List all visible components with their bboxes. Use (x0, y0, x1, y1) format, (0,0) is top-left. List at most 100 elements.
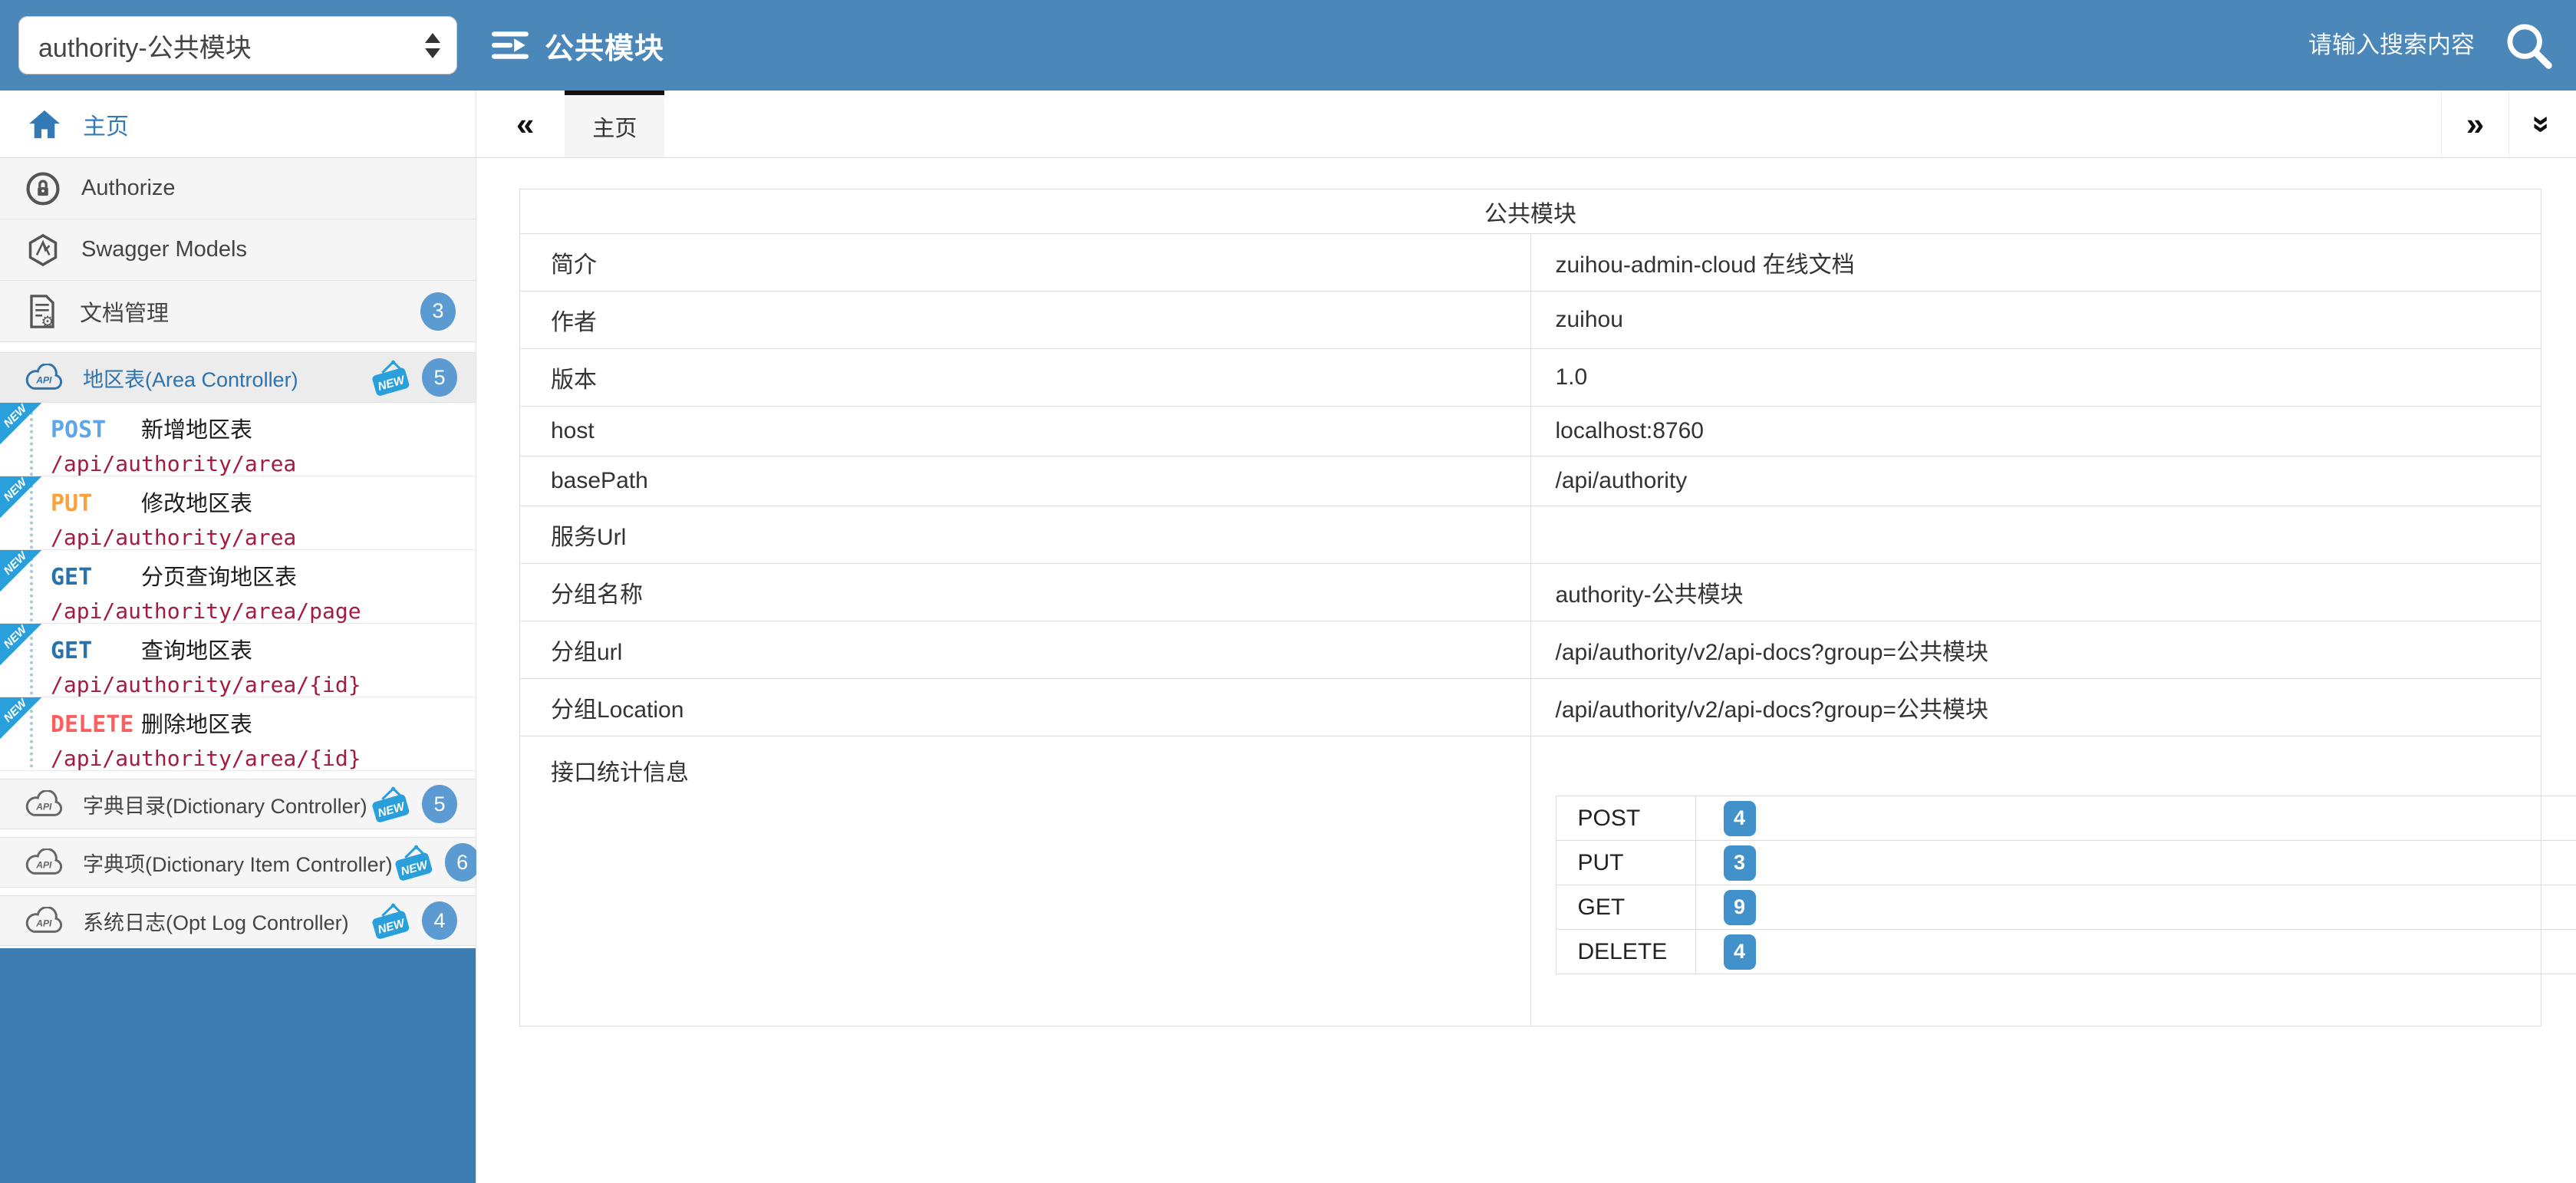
new-ribbon-icon: NEW (0, 624, 41, 665)
method-label: GET (51, 564, 141, 591)
tab-label: 主页 (592, 110, 637, 143)
app-header: authority-公共模块 公共模块 (0, 0, 2576, 91)
endpoint-delete-area[interactable]: NEW DELETE 删除地区表 /api/authority/area/{id… (0, 697, 476, 771)
row-label: 简介 (520, 234, 1531, 292)
row-label: 接口统计信息 (520, 736, 1531, 1026)
endpoint-list: NEW POST 新增地区表 /api/authority/area NEW P… (0, 403, 476, 771)
api-stats-table: POST 4 PUT 3 GET 9 (1556, 796, 2576, 974)
search-icon[interactable] (2502, 19, 2555, 71)
endpoint-post-area[interactable]: NEW POST 新增地区表 /api/authority/area (0, 403, 476, 476)
module-info-table: 公共模块 简介 zuihou-admin-cloud 在线文档 作者 zuiho… (519, 189, 2541, 1026)
api-cloud-icon: API (25, 364, 64, 392)
endpoint-path: /api/authority/area (51, 525, 476, 550)
new-sign-icon: NEW (370, 902, 411, 939)
method-label: GET (51, 638, 141, 664)
row-value: zuihou-admin-cloud 在线文档 (1530, 234, 2541, 292)
api-cloud-icon: API (25, 907, 64, 935)
sidebar-item-label: Swagger Models (81, 237, 247, 262)
stat-method: GET (1556, 885, 1695, 930)
endpoint-put-area[interactable]: NEW PUT 修改地区表 /api/authority/area (0, 476, 476, 550)
sidebar-item-label: 文档管理 (80, 295, 169, 328)
row-label: 分组Location (520, 679, 1531, 736)
tab-scroll-left-icon[interactable]: « (516, 106, 534, 143)
controller-label: 地区表(Area Controller) (83, 363, 298, 393)
sidebar-item-label: Authorize (81, 176, 176, 201)
header-brand: 公共模块 (491, 25, 664, 67)
stat-count-badge: 4 (1724, 801, 1756, 836)
endpoint-path: /api/authority/area/{id} (51, 672, 476, 697)
row-value: /api/authority/v2/api-docs?group=公共模块 (1530, 621, 2541, 679)
tab-scroll-right-icon[interactable]: » (2441, 91, 2508, 157)
row-label: basePath (520, 456, 1531, 506)
tab-home[interactable]: 主页 (565, 91, 664, 157)
new-sign-icon: NEW (370, 786, 411, 822)
stat-count-badge: 4 (1724, 934, 1756, 970)
tab-menu-chevron-down-icon[interactable]: » (2508, 91, 2576, 157)
svg-text:⚙: ⚙ (41, 314, 54, 329)
sidebar-filler (0, 948, 476, 1183)
api-cloud-icon: API (25, 849, 64, 877)
endpoint-get-area-id[interactable]: NEW GET 查询地区表 /api/authority/area/{id} (0, 624, 476, 697)
row-label: 版本 (520, 349, 1531, 407)
row-label: 服务Url (520, 506, 1531, 564)
stat-method: PUT (1556, 841, 1695, 885)
search-input[interactable] (2223, 31, 2476, 60)
count-badge: 5 (422, 358, 457, 397)
new-ribbon-icon: NEW (0, 550, 41, 592)
svg-text:API: API (35, 801, 52, 812)
select-arrows-icon (425, 33, 440, 58)
count-badge: 4 (422, 901, 457, 940)
controller-label: 字典目录(Dictionary Controller) (83, 789, 367, 819)
row-value: 1.0 (1530, 349, 2541, 407)
sidebar-item-swagger-models[interactable]: Swagger Models (0, 219, 476, 281)
sidebar-item-authorize[interactable]: Authorize (0, 158, 476, 219)
sidebar-controller-dictionary-item[interactable]: API 字典项(Dictionary Item Controller) NEW … (0, 837, 476, 888)
endpoint-title: 新增地区表 (141, 412, 252, 444)
row-value: /api/authority/v2/api-docs?group=公共模块 (1530, 679, 2541, 736)
group-select-value: authority-公共模块 (38, 27, 425, 64)
row-label: 分组名称 (520, 564, 1531, 621)
document-gear-icon: ⚙ (26, 294, 58, 329)
new-sign-icon: NEW (393, 844, 434, 881)
row-label: 作者 (520, 292, 1531, 349)
endpoint-title: 修改地区表 (141, 486, 252, 518)
endpoint-get-area-page[interactable]: NEW GET 分页查询地区表 /api/authority/area/page (0, 550, 476, 624)
sidebar-controller-area[interactable]: API 地区表(Area Controller) NEW 5 (0, 352, 476, 403)
endpoint-path: /api/authority/area/page (51, 598, 476, 624)
sidebar-item-home[interactable]: 主页 (0, 91, 476, 158)
controller-label: 系统日志(Opt Log Controller) (83, 906, 349, 936)
stat-method: DELETE (1556, 930, 1695, 974)
endpoint-title: 查询地区表 (141, 633, 252, 665)
endpoint-title: 删除地区表 (141, 707, 252, 739)
stat-count-badge: 9 (1724, 890, 1756, 925)
sidebar-controller-opt-log[interactable]: API 系统日志(Opt Log Controller) NEW 4 (0, 895, 476, 946)
stat-count-badge: 3 (1724, 845, 1756, 881)
sidebar: 主页 Authorize Swagger Models (0, 91, 476, 1183)
count-badge: 6 (445, 843, 480, 881)
main-area: « 主页 » » 公共模块 简介 zuihou-admin-cloud 在线文档 (476, 91, 2576, 1183)
row-value: zuihou (1530, 292, 2541, 349)
lock-icon (26, 172, 60, 206)
models-hexagon-icon (26, 233, 60, 267)
endpoint-path: /api/authority/area (51, 451, 476, 476)
row-value: /api/authority (1530, 456, 2541, 506)
count-badge: 3 (420, 292, 456, 331)
group-select[interactable]: authority-公共模块 (18, 16, 457, 74)
sidebar-item-label: 主页 (83, 107, 129, 141)
method-label: DELETE (51, 711, 141, 738)
sidebar-item-doc-manage[interactable]: ⚙ 文档管理 3 (0, 281, 476, 342)
api-cloud-icon: API (25, 790, 64, 819)
stat-method: POST (1556, 796, 1695, 841)
method-label: POST (51, 417, 141, 443)
svg-text:API: API (35, 374, 52, 385)
menu-align-icon (491, 29, 529, 61)
svg-text:API: API (35, 918, 52, 928)
svg-text:API: API (35, 859, 52, 870)
method-label: PUT (51, 490, 141, 517)
endpoint-path: /api/authority/area/{id} (51, 746, 476, 771)
sidebar-controller-dictionary[interactable]: API 字典目录(Dictionary Controller) NEW 5 (0, 779, 476, 829)
doc-content: 公共模块 简介 zuihou-admin-cloud 在线文档 作者 zuiho… (476, 158, 2576, 1183)
tab-bar: « 主页 » » (476, 91, 2576, 158)
row-value: localhost:8760 (1530, 407, 2541, 456)
controller-label: 字典项(Dictionary Item Controller) (83, 848, 393, 878)
